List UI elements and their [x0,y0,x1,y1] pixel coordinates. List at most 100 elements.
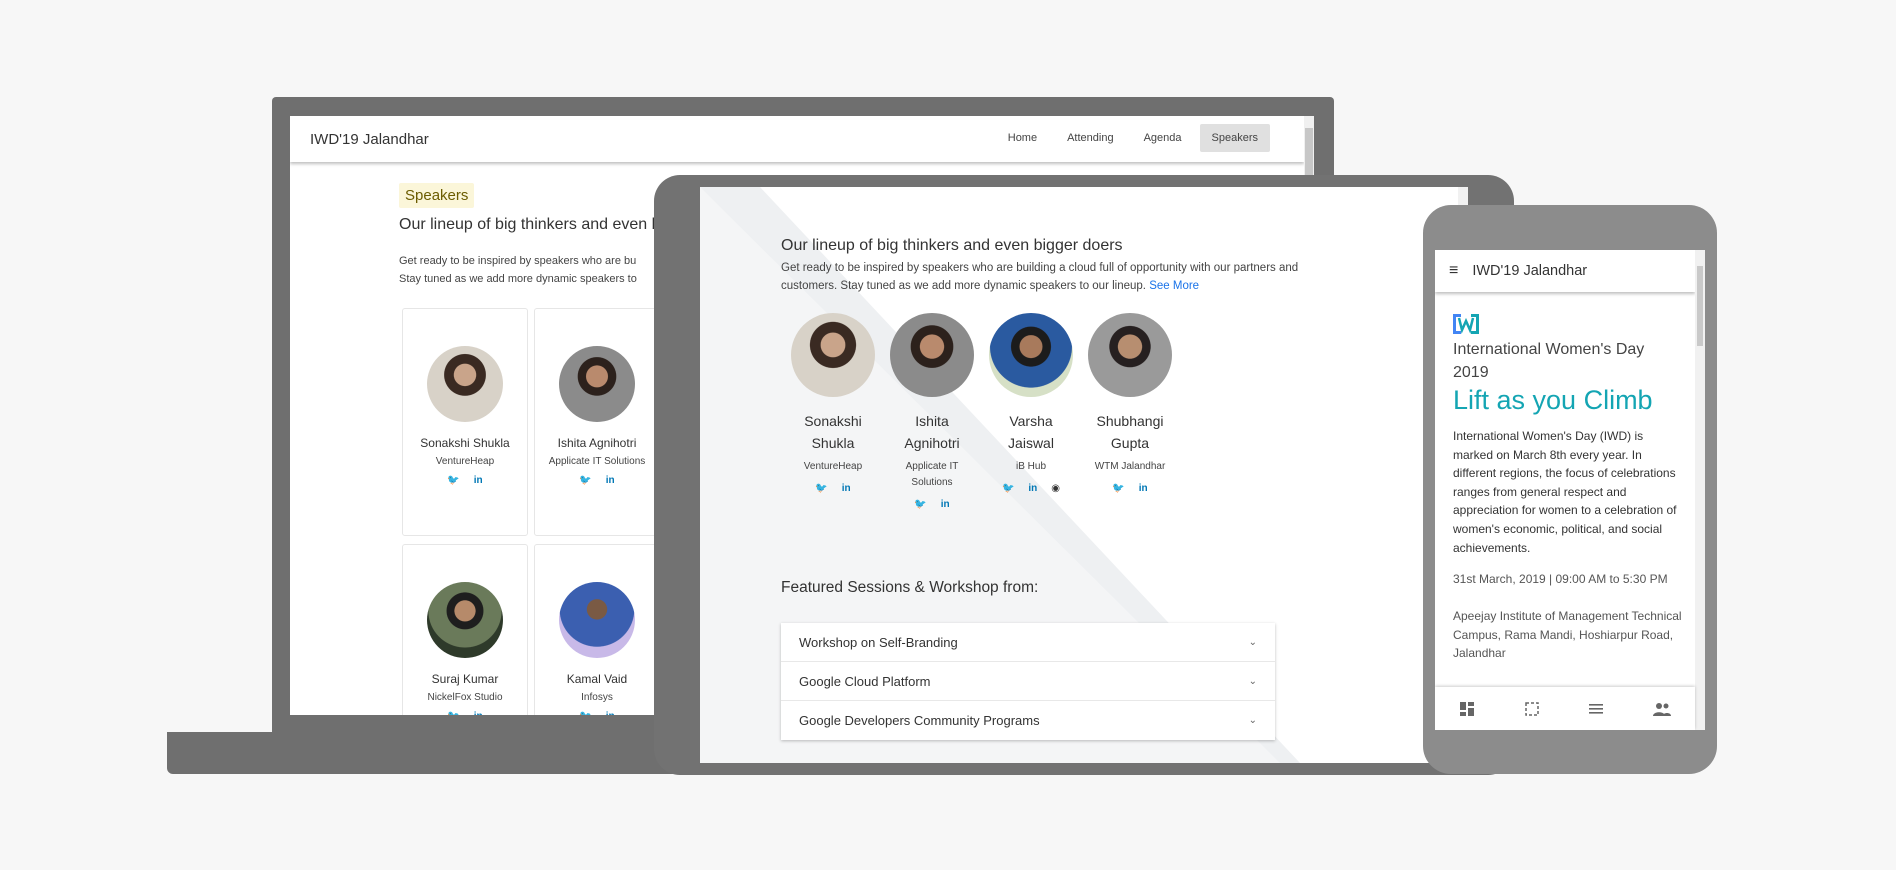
speaker-avatar [427,582,503,658]
laptop-speakers-heading: Our lineup of big thinkers and even b [399,216,661,233]
speaker-org: Applicate IT Solutions [548,456,646,467]
tablet-speakers-heading: Our lineup of big thinkers and even bigg… [781,237,1123,254]
linkedin-icon[interactable]: in [842,483,851,494]
laptop-navbar: IWD'19 Jalandhar Home Attending Agenda S… [290,116,1304,162]
speaker-avatar [559,582,635,658]
linkedin-icon[interactable]: in [941,499,950,510]
speaker-name: Shubhangi Gupta [1096,413,1164,451]
tablet-speaker: Sonakshi Shukla VentureHeap 🐦 in [788,313,878,494]
laptop-speakers-desc: Get ready to be inspired by speakers who… [399,252,637,288]
speaker-avatar[interactable] [1088,313,1172,397]
event-date: 31st March, 2019 | 09:00 AM to 5:30 PM [1453,572,1668,586]
speaker-card: Kamal Vaid Infosys 🐦 in [534,544,660,715]
speaker-socials: 🐦 in [887,499,977,510]
session-title: Google Cloud Platform [799,673,931,689]
laptop-nav-links: Home Attending Agenda Speakers [996,124,1270,152]
speaker-org: VentureHeap [803,461,863,472]
phone-screen: ≡ IWD'19 Jalandhar International Women's… [1435,250,1705,730]
speaker-avatar[interactable] [989,313,1073,397]
nav-attending[interactable]: Attending [1055,124,1125,152]
tablet-speaker: Ishita Agnihotri Applicate IT Solutions … [887,313,977,510]
phone-scrollbar[interactable] [1695,250,1705,730]
speaker-avatar[interactable] [890,313,974,397]
speaker-socials: 🐦 in [1085,483,1175,494]
speaker-name: Sonakshi Shukla [420,436,510,450]
tablet-speaker: Shubhangi Gupta WTM Jalandhar 🐦 in [1085,313,1175,494]
laptop-desc-line-1: Get ready to be inspired by speakers who… [399,255,637,267]
speaker-avatar[interactable] [791,313,875,397]
chevron-down-icon[interactable]: ⌄ [1249,715,1257,726]
event-description: International Women's Day (IWD) is marke… [1453,429,1677,555]
speaker-socials: 🐦 in [788,483,878,494]
twitter-icon[interactable]: 🐦 [1112,483,1124,494]
session-title: Google Developers Community Programs [799,713,1040,728]
phone-appbar: ≡ IWD'19 Jalandhar [1435,250,1695,292]
speaker-org: Applicate IT Solutions [905,461,959,488]
laptop-brand[interactable]: IWD'19 Jalandhar [310,131,429,148]
crop-icon[interactable] [1524,701,1540,717]
tablet-desc-text: Get ready to be inspired by speakers who… [781,262,1299,292]
linkedin-icon[interactable]: in [474,475,483,486]
speaker-socials: 🐦 in [403,475,527,486]
session-item[interactable]: Google Developers Community Programs ⌄ [781,701,1275,740]
twitter-icon[interactable]: 🐦 [1002,483,1014,494]
chevron-down-icon[interactable]: ⌄ [1249,676,1257,687]
list-icon[interactable] [1588,701,1604,717]
speaker-socials: 🐦 in [535,475,659,486]
event-venue: Apeejay Institute of Management Technica… [1453,609,1682,661]
speaker-org: WTM Jalandhar [1094,461,1166,472]
phone-scroll-thumb[interactable] [1697,266,1703,346]
speaker-org: iB Hub [1015,461,1046,472]
phone-title: IWD'19 Jalandhar [1472,263,1588,279]
speaker-name: Ishita Agnihotri [557,436,637,450]
linkedin-icon[interactable]: in [1028,483,1037,494]
tablet-speaker: Varsha Jaiswal iB Hub 🐦 in ◉ [986,313,1076,494]
speaker-name: Ishita Agnihotri [904,413,960,451]
nav-agenda[interactable]: Agenda [1132,124,1194,152]
linkedin-icon[interactable]: in [606,475,615,486]
event-tagline: Lift as you Climb [1453,385,1653,415]
dashboard-icon[interactable] [1459,701,1475,717]
speaker-name: Suraj Kumar [431,672,499,686]
speaker-name: Sonakshi Shukla [804,413,862,451]
twitter-icon[interactable]: 🐦 [914,499,926,510]
speakers-badge: Speakers [399,183,475,208]
speaker-avatar [559,346,635,422]
speaker-socials: 🐦 in [535,711,659,715]
speaker-org: VentureHeap [435,456,495,467]
event-title: International Women's Day 2019 [1453,341,1645,381]
linkedin-icon[interactable]: in [1139,483,1148,494]
github-icon[interactable]: ◉ [1051,483,1060,494]
menu-icon[interactable]: ≡ [1449,262,1458,280]
speaker-card: Sonakshi Shukla VentureHeap 🐦 in [402,308,528,536]
featured-sessions-title: Featured Sessions & Workshop from: [781,579,1039,596]
speaker-org: NickelFox Studio [427,692,503,703]
tablet-screen: Our lineup of big thinkers and even bigg… [700,187,1468,763]
twitter-icon[interactable]: 🐦 [815,483,827,494]
nav-speakers[interactable]: Speakers [1199,124,1270,152]
laptop-desc-line-2: Stay tuned as we add more dynamic speake… [399,273,637,285]
twitter-icon[interactable]: 🐦 [579,475,591,486]
twitter-icon[interactable]: 🐦 [447,475,459,486]
session-item[interactable]: Google Cloud Platform ⌄ [781,662,1275,701]
speaker-avatar [427,346,503,422]
linkedin-icon[interactable]: in [606,711,615,715]
linkedin-icon[interactable]: in [474,711,483,715]
people-icon[interactable] [1652,701,1671,717]
iwd-logo-icon [1453,314,1479,334]
speaker-socials: 🐦 in ◉ [986,483,1076,494]
nav-home[interactable]: Home [996,124,1049,152]
see-more-link[interactable]: See More [1149,280,1199,292]
session-item[interactable]: Workshop on Self-Branding ⌄ [781,623,1275,662]
tablet-speakers-desc: Get ready to be inspired by speakers who… [781,259,1341,295]
twitter-icon[interactable]: 🐦 [447,711,459,715]
chevron-down-icon[interactable]: ⌄ [1249,637,1257,648]
speaker-name: Kamal Vaid [566,672,628,686]
speaker-card: Suraj Kumar NickelFox Studio 🐦 in [402,544,528,715]
sessions-accordion: Workshop on Self-Branding ⌄ Google Cloud… [781,623,1275,740]
phone-bottom-nav [1435,687,1695,730]
twitter-icon[interactable]: 🐦 [579,711,591,715]
session-title: Workshop on Self-Branding [799,634,958,650]
speaker-name: Varsha Jaiswal [1008,413,1054,451]
speaker-socials: 🐦 in [403,711,527,715]
